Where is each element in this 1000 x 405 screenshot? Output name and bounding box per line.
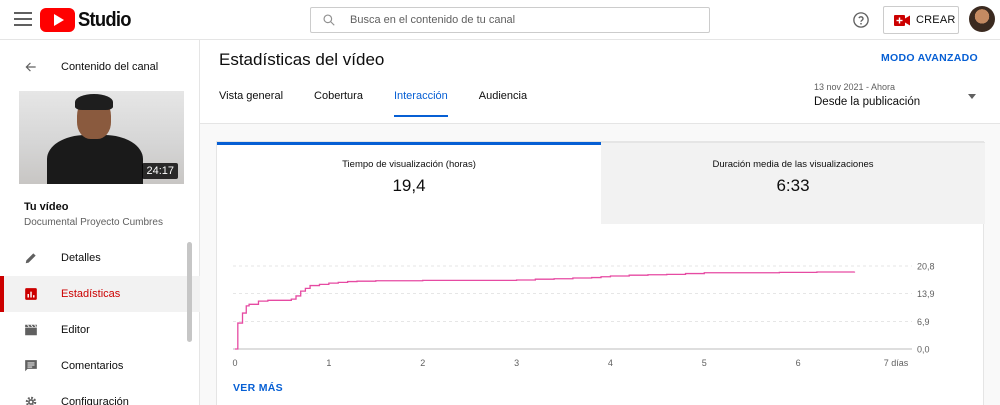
x-tick-label: 3 xyxy=(514,358,519,368)
sidebar-item-editor[interactable]: Editor xyxy=(0,312,200,348)
sidebar-item-label: Estadísticas xyxy=(61,288,121,300)
help-icon[interactable] xyxy=(852,11,870,29)
youtube-logo-icon xyxy=(40,8,75,32)
sidebar-item-detalles[interactable]: Detalles xyxy=(0,240,200,276)
x-tick-label: 7 días xyxy=(884,358,909,368)
sidebar-item-configuracion[interactable]: Configuración xyxy=(0,384,200,405)
sidebar-item-label: Comentarios xyxy=(61,360,124,372)
y-tick-label: 13,9 xyxy=(917,289,935,299)
caret-down-icon xyxy=(968,94,976,99)
x-tick-label: 6 xyxy=(796,358,801,368)
x-tick-label: 4 xyxy=(608,358,613,368)
logo-text: Studio xyxy=(78,8,132,31)
metric-watch-time[interactable]: Tiempo de visualización (horas) 19,4 xyxy=(217,142,601,224)
page-title: Estadísticas del vídeo xyxy=(219,50,385,69)
sidebar-item-label: Configuración xyxy=(61,396,129,405)
search-input[interactable] xyxy=(350,14,690,26)
sidebar-item-label: Detalles xyxy=(61,252,101,264)
x-tick-label: 2 xyxy=(420,358,425,368)
sidebar-scrollbar[interactable] xyxy=(187,242,192,342)
date-range-select[interactable]: 13 nov 2021 - Ahora Desde la publicación xyxy=(814,82,984,114)
x-tick-label: 1 xyxy=(326,358,331,368)
tab-cobertura[interactable]: Cobertura xyxy=(314,90,363,111)
pencil-icon xyxy=(25,253,36,264)
analytics-icon xyxy=(25,288,37,300)
x-tick-label: 0 xyxy=(232,358,237,368)
tab-vista-general[interactable]: Vista general xyxy=(219,90,283,111)
sidebar: Contenido del canal 24:17 Tu vídeo Docum… xyxy=(0,40,200,405)
analytics-header: Estadísticas del vídeo MODO AVANZADO Vis… xyxy=(200,40,1000,124)
tab-interaccion[interactable]: Interacción xyxy=(393,90,448,117)
studio-logo[interactable]: Studio xyxy=(40,8,135,32)
back-label: Contenido del canal xyxy=(61,61,159,73)
y-tick-label: 6,9 xyxy=(917,317,930,327)
metric-average-view-duration[interactable]: Duración media de las visualizaciones 6:… xyxy=(601,142,985,224)
see-more-link[interactable]: VER MÁS xyxy=(233,382,283,394)
series-line xyxy=(235,271,856,350)
video-subtitle: Documental Proyecto Cumbres xyxy=(24,217,163,228)
analytics-tabs: Vista general Cobertura Interacción Audi… xyxy=(219,90,558,117)
sidebar-item-estadisticas[interactable]: Estadísticas xyxy=(0,276,200,312)
arrow-back-icon xyxy=(25,62,36,72)
back-to-channel-content[interactable]: Contenido del canal xyxy=(0,54,200,80)
top-bar: Studio CREAR xyxy=(0,0,1000,40)
video-thumbnail[interactable]: 24:17 xyxy=(19,91,184,184)
sidebar-nav: Detalles Estadísticas Editor Comentarios… xyxy=(0,240,200,405)
watch-time-chart: 0,0 6,9 13,9 20,8 0 1 2 3 4 5 6 7 días xyxy=(217,242,985,382)
sidebar-item-label: Editor xyxy=(61,324,90,336)
thumbnail-duration: 24:17 xyxy=(142,163,178,179)
create-button[interactable]: CREAR xyxy=(883,6,959,34)
x-tick-label: 5 xyxy=(702,358,707,368)
metric-value: 6:33 xyxy=(776,176,810,195)
video-title: Tu vídeo xyxy=(24,201,69,213)
video-camera-plus-icon xyxy=(894,14,910,26)
line-chart: 0,0 6,9 13,9 20,8 0 1 2 3 4 5 6 7 días xyxy=(232,262,935,369)
create-label: CREAR xyxy=(916,14,956,26)
search-box[interactable] xyxy=(310,7,710,33)
comment-icon xyxy=(25,360,37,372)
sidebar-item-comentarios[interactable]: Comentarios xyxy=(0,348,200,384)
y-tick-label: 0,0 xyxy=(917,345,930,355)
engagement-card: Tiempo de visualización (horas) 19,4 Dur… xyxy=(216,141,985,405)
date-range-dates: 13 nov 2021 - Ahora xyxy=(814,82,896,92)
metric-label: Tiempo de visualización (horas) xyxy=(342,159,476,170)
avatar[interactable] xyxy=(969,6,995,32)
y-tick-label: 20,8 xyxy=(917,262,935,272)
menu-icon[interactable] xyxy=(14,12,32,26)
clapper-icon xyxy=(25,324,37,336)
metric-value: 19,4 xyxy=(392,176,426,195)
advanced-mode-link[interactable]: MODO AVANZADO xyxy=(881,52,978,64)
search-icon xyxy=(323,14,335,26)
date-range-label: Desde la publicación xyxy=(814,96,921,108)
tab-audiencia[interactable]: Audiencia xyxy=(479,90,527,111)
metric-label: Duración media de las visualizaciones xyxy=(712,159,874,170)
gear-icon xyxy=(25,396,37,405)
